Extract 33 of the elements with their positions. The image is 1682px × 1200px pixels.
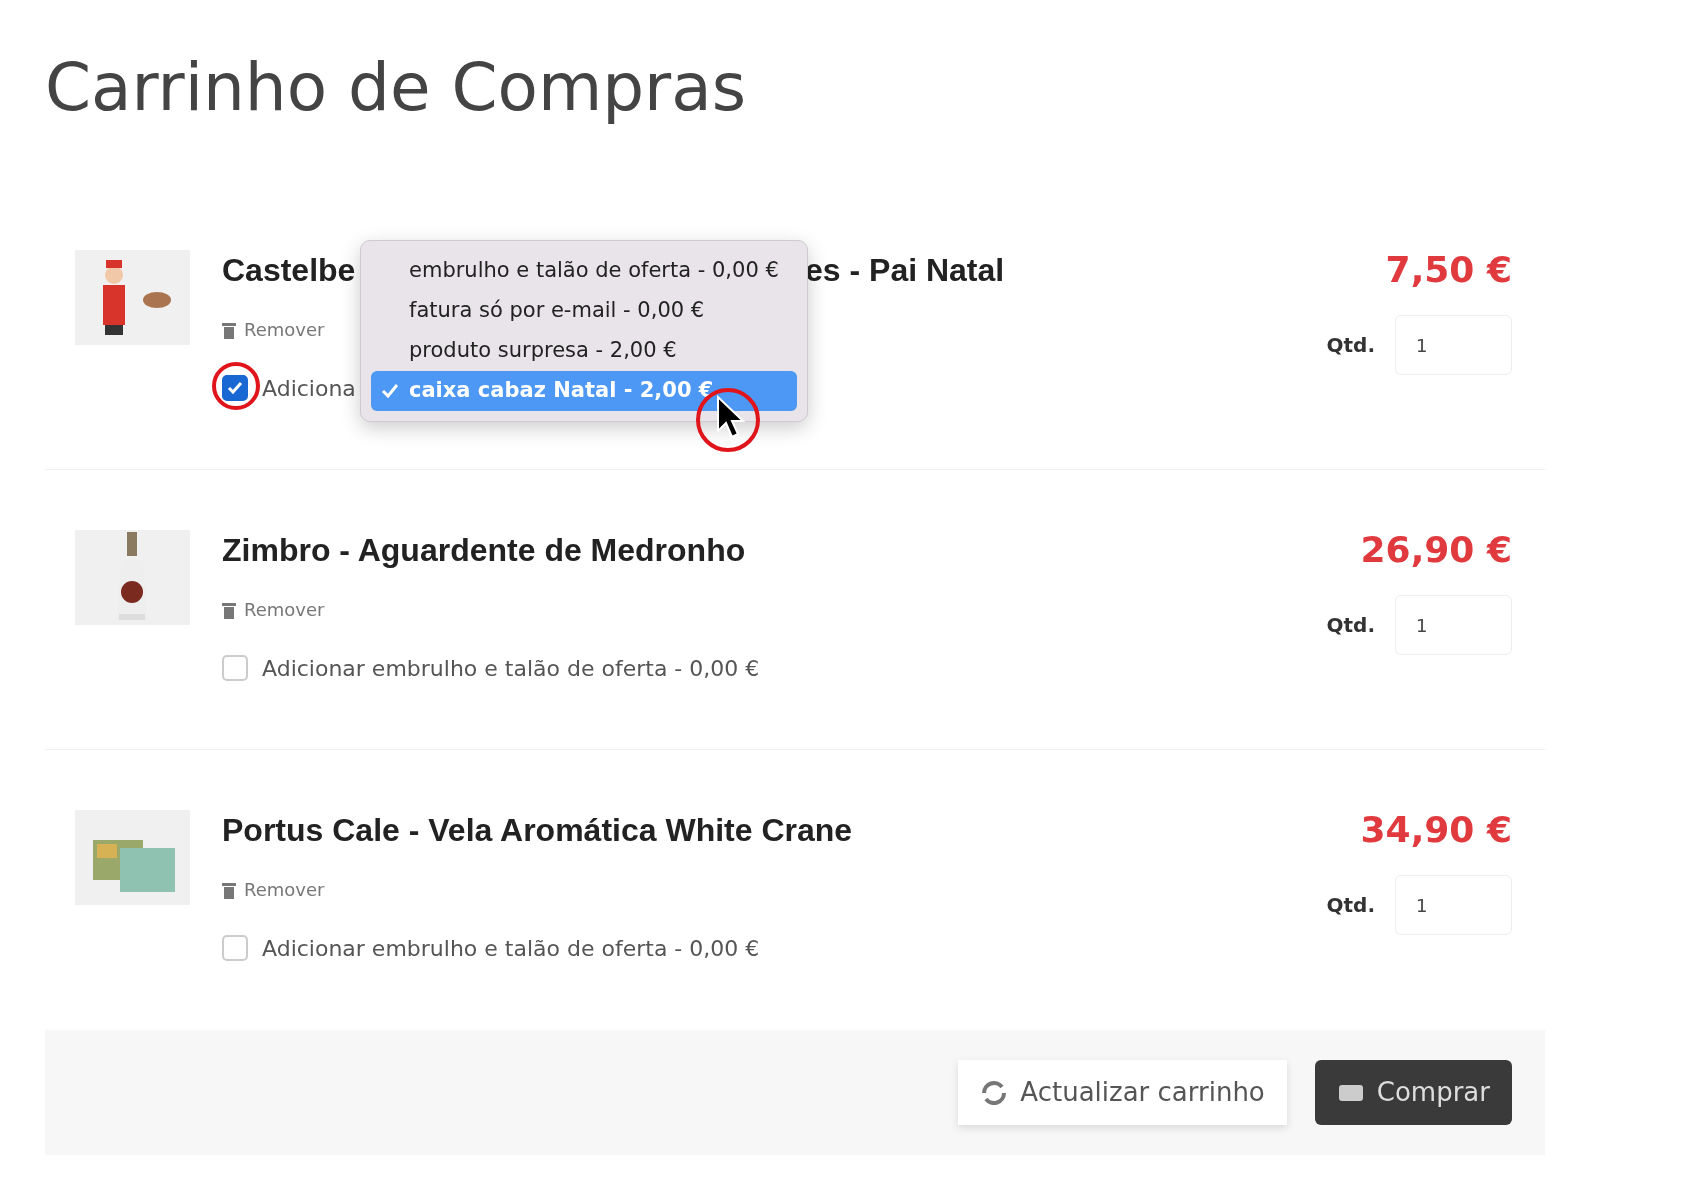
item-price: 34,90 € [1360,810,1512,850]
quantity-label: Qtd. [1326,892,1375,919]
gift-label: Adicionar embrulho e talão de oferta - 0,00 € [262,654,760,683]
trash-icon[interactable] [222,321,236,339]
remove-link[interactable]: Remover [244,310,325,350]
trash-icon[interactable] [222,601,236,619]
product-title[interactable]: es - Pai Natal [805,250,1005,290]
page-title: Carrinho de Compras [45,48,748,128]
product-title[interactable]: Zimbro - Aguardente de Medronho [222,530,746,570]
gift-label: Adicionar embrulho e talão de oferta - 0,00 € [262,934,760,963]
refresh-icon [980,1078,1009,1107]
menu-option[interactable]: fatura só por e-mail - 0,00 € [371,291,797,331]
quantity-label: Qtd. [1326,332,1375,359]
quantity-field[interactable]: 1 [1395,595,1512,655]
gift-label: Adiciona [262,374,356,403]
buy-button[interactable]: Comprar [1314,1060,1512,1125]
item-price: 26,90 € [1360,530,1512,570]
checkmark-icon [381,383,399,399]
menu-option[interactable]: embrulho e talão de oferta - 0,00 € [371,251,797,291]
checkmark-icon [227,381,243,395]
gift-checkbox[interactable] [222,375,248,401]
product-title[interactable]: Castelbe [222,252,356,288]
highlight-circle [212,362,260,410]
remove-link[interactable]: Remover [244,590,325,630]
remove-link[interactable]: Remover [244,870,325,910]
quantity-field[interactable]: 1 [1395,315,1512,375]
trash-icon[interactable] [222,881,236,899]
menu-option[interactable]: produto surpresa - 2,00 € [371,331,797,371]
quantity-field[interactable]: 1 [1395,875,1512,935]
product-title[interactable]: Portus Cale - Vela Aromática White Crane [222,810,853,850]
quantity-label: Qtd. [1326,612,1375,639]
update-cart-button[interactable]: Actualizar carrinho [958,1060,1287,1125]
item-price: 7,50 € [1385,250,1512,290]
